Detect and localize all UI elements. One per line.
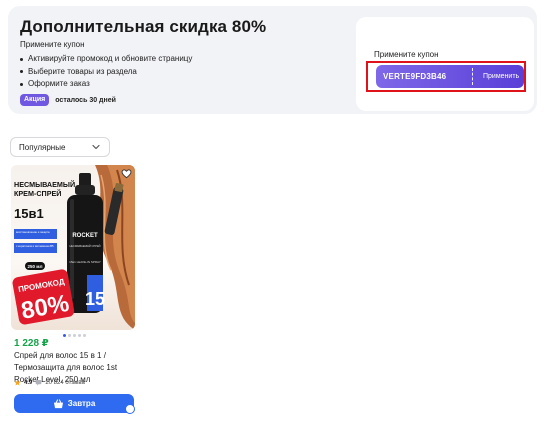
carousel-dot[interactable]: [68, 334, 71, 337]
chevron-down-icon: [92, 144, 100, 150]
coupon-divider: [472, 68, 473, 85]
promo-banner: Дополнительная скидка 80% Примените купо…: [8, 6, 537, 114]
favorite-heart-icon[interactable]: [121, 168, 132, 179]
carousel-dot[interactable]: [73, 334, 76, 337]
promo-step: Активируйте промокод и обновите страницу: [20, 53, 192, 66]
days-left: осталось 30 дней: [55, 96, 116, 104]
carousel-dot[interactable]: [78, 334, 81, 337]
sort-label: Популярные: [19, 142, 66, 152]
reviews-icon: [36, 380, 42, 386]
coupon-apply-control[interactable]: VERTE9FD3B46 Применить: [376, 65, 524, 88]
sort-dropdown[interactable]: Популярные: [10, 137, 110, 157]
coupon-label: Примените купон: [374, 50, 439, 59]
rating-value: 4.9: [24, 379, 33, 386]
delivery-badge-icon: [125, 404, 135, 414]
bullet-icon: [20, 82, 23, 86]
carousel-dot[interactable]: [63, 334, 66, 337]
product-rating: 4.9 20 824 отзыва: [14, 379, 85, 386]
ad-headline-2: КРЕМ-СПРЕЙ: [14, 189, 61, 198]
basket-icon: [53, 398, 63, 408]
bullet-icon: [20, 57, 23, 61]
promo-step: Оформите заказ: [20, 78, 192, 91]
ad-multi: 15в1: [14, 206, 44, 221]
product-image-art: ROCKET НЕСМЫВАЕМЫЙ СПРЕЙ 15в1 LEAVE-IN S…: [12, 165, 135, 330]
promo-meta: Акция осталось 30 дней: [20, 94, 116, 106]
promo-step: Выберите товары из раздела: [20, 66, 192, 79]
image-carousel-dots[interactable]: [63, 334, 86, 337]
reviews-count[interactable]: 20 824 отзыва: [45, 380, 85, 386]
coupon-card: Примените купон VERTE9FD3B46 Применить: [356, 17, 534, 111]
star-icon: [14, 379, 21, 386]
apply-coupon-button[interactable]: Применить: [473, 73, 519, 80]
carousel-dot[interactable]: [83, 334, 86, 337]
ad-volume: 250 мл: [28, 264, 43, 269]
product-price: 1 228 ₽: [14, 338, 49, 349]
add-to-cart-label: Завтра: [67, 399, 96, 408]
ad-feature-1: восстановление и защита: [16, 230, 50, 234]
bullet-icon: [20, 70, 23, 74]
ad-headline-1: НЕСМЫВАЕМЫЙ: [14, 180, 75, 189]
product-image[interactable]: ROCKET НЕСМЫВАЕМЫЙ СПРЕЙ 15в1 LEAVE-IN S…: [11, 165, 135, 330]
promo-steps: Активируйте промокод и обновите страницу…: [20, 53, 192, 91]
bottle-brand: ROCKET: [72, 233, 98, 239]
promo-subtitle: Примените купон: [20, 40, 85, 49]
bottle-label: НЕСМЫВАЕМЫЙ СПРЕЙ: [69, 244, 100, 248]
add-to-cart-button[interactable]: Завтра: [14, 394, 134, 413]
ad-feature-2: с кератином и витамином В5: [16, 244, 54, 248]
bottle-sub: 15в1 LEAVE-IN SPRAY: [69, 260, 101, 264]
promo-badge: Акция: [20, 94, 50, 106]
promo-title: Дополнительная скидка 80%: [20, 17, 267, 36]
bottle-number: 15: [85, 289, 105, 309]
coupon-code[interactable]: VERTE9FD3B46: [376, 72, 472, 81]
